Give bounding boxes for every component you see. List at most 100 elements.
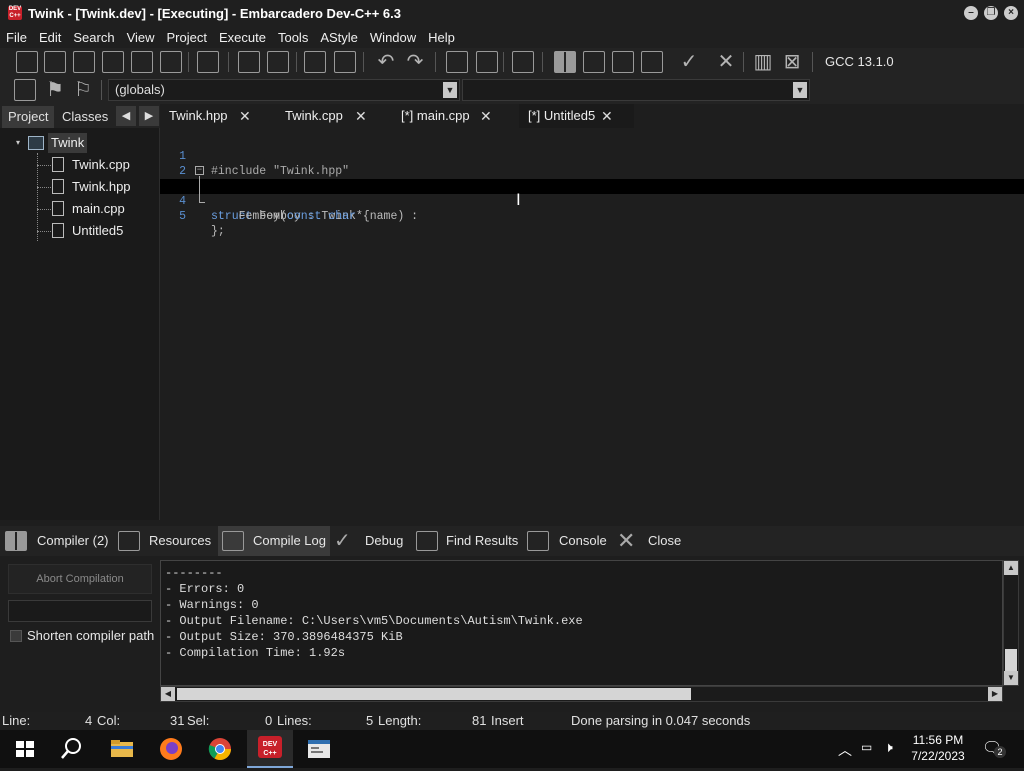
chevron-left-icon[interactable]: ◀ [116,106,136,126]
find-icon[interactable] [238,51,260,73]
close-icon[interactable]: ✕ [239,104,251,128]
compiler-selector[interactable]: GCC 13.1.0 [818,51,1010,73]
collapse-toggle-icon[interactable]: ▾ [16,133,24,153]
chevron-down-icon[interactable]: ▼ [793,82,807,98]
replace-icon[interactable] [267,51,289,73]
tab-main-cpp[interactable]: [*] main.cpp ✕ [401,104,501,128]
scroll-up-icon[interactable]: ▲ [1004,561,1018,575]
code-editor[interactable]: 1 #include "Twink.hpp" 2 3 − struct Femb… [160,128,1024,520]
code-line: 5 }; [160,194,1024,238]
save-all-icon[interactable] [102,51,124,73]
tree-item-main-cpp[interactable]: main.cpp [72,199,125,219]
file-explorer-icon[interactable] [107,734,137,764]
compile-run-icon[interactable] [612,51,634,73]
menu-file[interactable]: File [0,30,33,45]
title-bar: DEV C++ Twink - [Twink.dev] - [Executing… [0,0,1024,26]
fold-collapse-icon[interactable]: − [195,166,204,175]
goto-icon[interactable] [14,79,36,101]
chevron-right-icon[interactable]: ▶ [139,106,159,126]
scroll-right-icon[interactable]: ▶ [988,687,1002,701]
network-icon[interactable]: ▭ [861,740,872,754]
menu-execute[interactable]: Execute [213,30,272,45]
compile-log-output[interactable]: -------- - Errors: 0 - Warnings: 0 - Out… [160,560,1003,686]
clock-time[interactable]: 11:56 PM [910,733,966,747]
open-folder-icon[interactable] [44,51,66,73]
tab-twink-cpp[interactable]: Twink.cpp ✕ [285,104,385,128]
compile-icon[interactable] [554,51,576,73]
menu-project[interactable]: Project [161,30,213,45]
save-icon[interactable] [73,51,95,73]
tree-item-twink-hpp[interactable]: Twink.hpp [72,177,131,197]
close-icon[interactable]: ✕ [601,104,613,128]
redo-icon[interactable]: ↷ [402,49,428,75]
syntax-check-icon[interactable]: ✓ [676,49,702,75]
print-icon[interactable] [197,51,219,73]
restore-icon[interactable]: ❐ [984,6,998,20]
menu-astyle[interactable]: AStyle [314,30,364,45]
run-icon[interactable] [583,51,605,73]
scroll-left-icon[interactable]: ◀ [161,687,175,701]
windows-start-icon[interactable] [10,734,40,764]
scope-dropdown[interactable]: (globals) ▼ [108,79,460,101]
remove-from-project-icon[interactable] [476,51,498,73]
chevron-down-icon[interactable]: ▼ [443,82,457,98]
profile-icon[interactable]: ▥ [750,49,776,75]
devcpp-taskbar-icon[interactable]: DEV C++ [247,730,293,768]
scroll-thumb[interactable] [177,688,691,700]
tab-project[interactable]: Project [2,106,55,128]
project-options-icon[interactable] [512,51,534,73]
menu-edit[interactable]: Edit [33,30,67,45]
vertical-scrollbar[interactable]: ▲ ▼ [1003,560,1019,686]
close-file-icon[interactable] [131,51,153,73]
chevron-up-icon[interactable]: ︿ [838,740,852,760]
scroll-thumb[interactable] [1005,649,1017,671]
menu-search[interactable]: Search [67,30,120,45]
tab-resources[interactable]: Resources [114,526,218,556]
add-to-project-icon[interactable] [446,51,468,73]
tab-classes[interactable]: Classes [56,106,114,128]
horizontal-scrollbar[interactable]: ◀ ▶ [160,686,1003,702]
tab-compiler[interactable]: Compiler (2) [2,526,112,556]
minimize-icon[interactable]: – [964,6,978,20]
firefox-icon[interactable] [156,734,186,764]
chrome-icon[interactable] [205,734,235,764]
scroll-down-icon[interactable]: ▼ [1004,671,1018,685]
menu-view[interactable]: View [121,30,161,45]
shorten-path-checkbox[interactable] [10,630,22,642]
new-file-icon[interactable] [16,51,38,73]
close-icon[interactable]: × [1004,6,1018,20]
function-dropdown[interactable]: ▼ [462,79,810,101]
stop-execution-icon[interactable]: ✕ [713,49,739,75]
tab-untitled5[interactable]: [*] Untitled5 ✕ [519,104,634,128]
tree-item-twink-cpp[interactable]: Twink.cpp [72,155,130,175]
rebuild-all-icon[interactable] [641,51,663,73]
tab-compile-log[interactable]: Compile Log [218,526,330,556]
tree-root-twink[interactable]: Twink [48,133,88,153]
close-icon[interactable]: ✕ [355,104,367,128]
abort-compilation-button[interactable]: Abort Compilation [8,564,152,594]
status-sel-label: Sel: [187,713,210,728]
menu-help[interactable]: Help [422,30,461,45]
delete-profile-icon[interactable]: ⊠ [779,49,805,75]
app-window-icon[interactable] [304,734,334,764]
search-icon[interactable] [57,734,87,764]
close-icon[interactable]: ✕ [480,104,492,128]
tab-console[interactable]: Console [524,526,612,556]
bookmark-icon[interactable]: ⚑ [42,77,68,103]
tree-item-untitled5[interactable]: Untitled5 [72,221,123,241]
clock-date[interactable]: 7/22/2023 [906,749,970,763]
menu-tools[interactable]: Tools [272,30,314,45]
tab-close[interactable]: ✕ Close [614,526,686,556]
tab-find-results[interactable]: Find Results [412,526,524,556]
volume-muted-icon[interactable]: 🕨 [884,739,893,756]
goto-bookmark-icon[interactable]: ⚐ [70,77,96,103]
indent-icon[interactable] [304,51,326,73]
tab-twink-hpp[interactable]: Twink.hpp ✕ [169,104,269,128]
unindent-icon[interactable] [334,51,356,73]
undo-icon[interactable]: ↶ [373,49,399,75]
tab-debug[interactable]: ✓ Debug [332,526,410,556]
tree-connector [37,165,51,166]
close-all-icon[interactable] [160,51,182,73]
toolbar-separator [101,80,102,100]
menu-window[interactable]: Window [364,30,422,45]
